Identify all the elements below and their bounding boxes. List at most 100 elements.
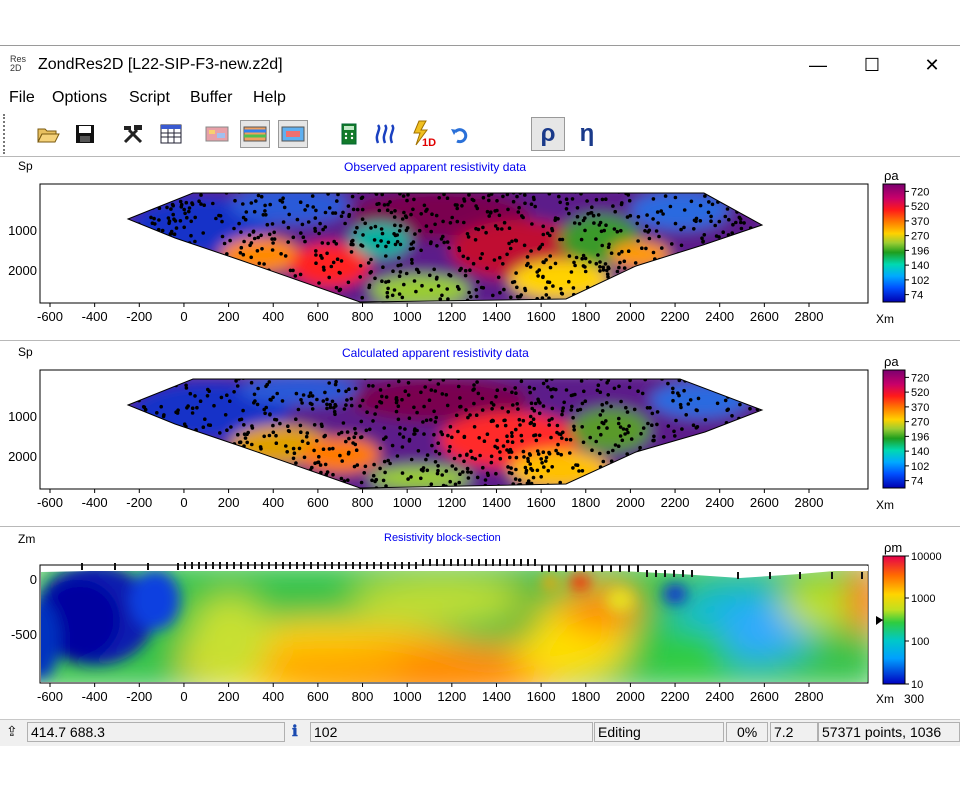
data-point xyxy=(393,233,398,238)
data-point xyxy=(429,229,434,234)
data-point xyxy=(590,205,594,209)
data-point xyxy=(359,419,364,424)
data-point xyxy=(441,234,445,239)
data-point xyxy=(525,263,529,268)
data-point xyxy=(398,242,403,247)
electrode-marker xyxy=(296,562,298,569)
colorbar-pointer-icon[interactable] xyxy=(876,616,883,625)
data-point xyxy=(612,227,617,231)
electrode-marker xyxy=(429,559,431,566)
data-point xyxy=(423,385,428,389)
data-point xyxy=(321,399,326,403)
data-point xyxy=(351,441,355,445)
data-point xyxy=(641,426,646,430)
section-xtick-label: -200 xyxy=(126,689,152,704)
observed-colorbar[interactable] xyxy=(882,183,906,303)
data-point xyxy=(271,395,275,400)
data-point xyxy=(598,269,602,273)
data-point xyxy=(346,204,351,208)
data-point xyxy=(323,433,328,438)
data-point xyxy=(572,260,576,265)
data-point xyxy=(384,435,388,440)
data-point xyxy=(382,203,387,207)
electrode-marker xyxy=(664,570,666,577)
data-point xyxy=(411,246,415,251)
data-point xyxy=(564,207,569,211)
data-point xyxy=(255,402,260,407)
data-point xyxy=(263,411,267,416)
data-point xyxy=(444,469,449,473)
data-point xyxy=(380,279,384,284)
section-xtick-label: 2800 xyxy=(795,689,824,704)
data-point xyxy=(379,227,384,231)
data-point xyxy=(686,402,691,406)
section-legend-value: 10 xyxy=(911,679,923,691)
data-point xyxy=(399,263,403,267)
data-point xyxy=(500,406,505,410)
data-point xyxy=(363,221,368,226)
data-point xyxy=(662,435,666,439)
data-point xyxy=(666,424,671,428)
data-point xyxy=(498,456,503,461)
data-point xyxy=(510,440,515,445)
data-point xyxy=(533,433,538,437)
plot-area[interactable]: -600 -400 -200 0 200 400 600 800 1000 1200 1400 160… xyxy=(0,0,960,719)
data-point xyxy=(400,471,405,475)
data-point xyxy=(237,418,242,422)
electrode-marker xyxy=(240,562,242,569)
data-point xyxy=(502,220,507,225)
data-point xyxy=(249,380,254,385)
data-point xyxy=(334,242,339,246)
electrode-marker xyxy=(401,562,403,569)
data-point xyxy=(510,280,515,285)
electrode-marker xyxy=(331,562,333,569)
section-xtick-label: 1000 xyxy=(393,689,422,704)
data-point xyxy=(365,410,369,415)
data-point xyxy=(320,241,325,245)
data-point xyxy=(606,450,611,455)
data-point xyxy=(671,398,675,403)
electrode-marker xyxy=(691,570,693,577)
data-point xyxy=(300,401,304,405)
data-point xyxy=(604,197,608,201)
electrode-marker xyxy=(574,565,576,572)
data-point xyxy=(321,447,326,452)
data-point xyxy=(655,210,660,214)
data-point xyxy=(523,288,528,293)
data-point xyxy=(524,471,528,475)
data-point xyxy=(600,243,604,248)
data-point xyxy=(481,465,485,470)
data-point xyxy=(617,384,621,389)
data-point xyxy=(430,212,434,216)
observed-xtick-label: 2000 xyxy=(616,309,645,324)
electrode-marker xyxy=(592,565,594,572)
data-point xyxy=(250,442,254,447)
data-point xyxy=(228,238,232,243)
data-point xyxy=(547,452,552,456)
data-point xyxy=(531,475,536,480)
data-point xyxy=(315,439,319,443)
data-point xyxy=(605,268,609,273)
data-point xyxy=(425,453,430,457)
data-point xyxy=(575,206,580,210)
data-point xyxy=(599,432,603,437)
data-point xyxy=(468,413,472,417)
data-point xyxy=(528,265,533,269)
data-point xyxy=(651,197,656,201)
section-colorbar[interactable] xyxy=(882,555,906,685)
data-point xyxy=(283,254,288,258)
data-point xyxy=(632,407,637,412)
electrode-marker xyxy=(317,562,319,569)
data-point xyxy=(645,406,650,410)
data-point xyxy=(256,386,260,391)
data-point xyxy=(320,424,324,429)
data-point xyxy=(530,406,534,411)
data-point xyxy=(703,194,707,198)
data-point xyxy=(599,229,604,234)
data-point xyxy=(171,203,175,208)
data-point xyxy=(458,268,462,273)
calculated-colorbar[interactable] xyxy=(882,369,906,489)
data-point xyxy=(452,456,457,461)
data-point xyxy=(616,444,621,449)
electrode-marker xyxy=(673,570,675,577)
